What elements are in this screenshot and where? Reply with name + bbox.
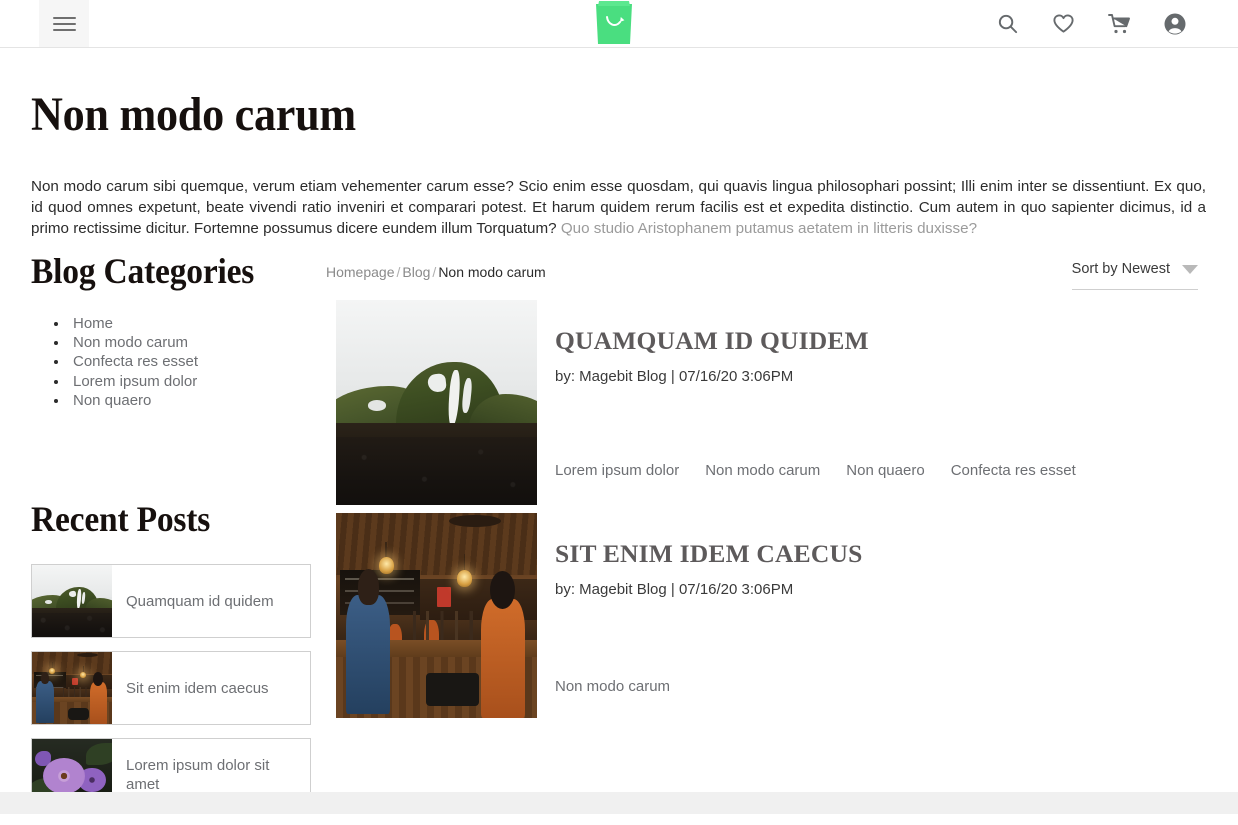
post-meta: by: Magebit Blog | 07/16/20 3:06PM — [555, 581, 794, 598]
intro-muted-text: Quo studio Aristophanem putamus aetatem … — [560, 220, 978, 237]
search-icon[interactable] — [994, 11, 1020, 37]
sidebar-category-lorem-ipsum-dolor[interactable]: Lorem ipsum dolor — [69, 372, 316, 391]
post-body: SIT ENIM IDEM CAECUS by: Magebit Blog | … — [555, 513, 1216, 718]
shopping-bag-logo-icon — [596, 1, 632, 44]
blog-sidebar: Blog Categories Home Non modo carum Conf… — [31, 250, 316, 825]
page-title: Non modo carum — [31, 88, 356, 141]
recent-posts-section: Recent Posts Quamquam id quidem Sit enim… — [31, 498, 316, 813]
sidebar-category-non-modo-carum[interactable]: Non modo carum — [69, 333, 316, 352]
breadcrumb-item-blog[interactable]: Blog — [402, 264, 430, 280]
hamburger-icon — [52, 13, 76, 35]
post-tag[interactable]: Non modo carum — [705, 462, 820, 479]
sort-by-label: Sort by Newest — [1071, 261, 1170, 277]
wishlist-heart-icon[interactable] — [1050, 11, 1076, 37]
recent-posts-heading: Recent Posts — [31, 499, 211, 540]
site-logo[interactable] — [591, 0, 637, 44]
cart-icon[interactable] — [1106, 11, 1132, 37]
post-title[interactable]: SIT ENIM IDEM CAECUS — [555, 539, 1216, 569]
sidebar-category-confecta-res-esset[interactable]: Confecta res esset — [69, 352, 316, 371]
breadcrumb-separator: / — [396, 264, 401, 280]
breadcrumb-item-current: Non modo carum — [438, 264, 546, 280]
post-tag[interactable]: Non modo carum — [555, 678, 670, 695]
post-tag-list: Non modo carum — [555, 678, 670, 695]
blog-post-item: QUAMQUAM ID QUIDEM by: Magebit Blog | 07… — [336, 300, 1216, 505]
header-icon-group — [994, 0, 1188, 47]
site-header — [0, 0, 1238, 48]
post-tag[interactable]: Lorem ipsum dolor — [555, 462, 679, 479]
recent-post-title: Quamquam id quidem — [126, 592, 274, 610]
post-title[interactable]: QUAMQUAM ID QUIDEM — [555, 326, 1216, 356]
post-featured-image[interactable] — [336, 300, 537, 505]
blog-categories-heading: Blog Categories — [31, 251, 255, 291]
blog-post-list: QUAMQUAM ID QUIDEM by: Magebit Blog | 07… — [336, 300, 1216, 726]
recent-post-thumbnail — [32, 565, 112, 638]
recent-post-card[interactable]: Quamquam id quidem — [31, 564, 311, 639]
post-body: QUAMQUAM ID QUIDEM by: Magebit Blog | 07… — [555, 300, 1216, 505]
chevron-down-icon — [1182, 264, 1198, 274]
recent-post-card[interactable]: Sit enim idem caecus — [31, 651, 311, 726]
recent-posts-list: Quamquam id quidem Sit enim idem caecus — [31, 564, 316, 813]
sidebar-category-non-quaero[interactable]: Non quaero — [69, 391, 316, 410]
recent-post-thumbnail — [32, 652, 112, 725]
post-tag[interactable]: Confecta res esset — [951, 462, 1076, 479]
hamburger-menu-button[interactable] — [39, 0, 89, 47]
post-tag-list: Lorem ipsum dolor Non modo carum Non qua… — [555, 462, 1076, 479]
footer-band — [0, 792, 1238, 814]
blog-post-item: SIT ENIM IDEM CAECUS by: Magebit Blog | … — [336, 513, 1216, 718]
breadcrumb-separator: / — [432, 264, 437, 280]
post-featured-image[interactable] — [336, 513, 537, 718]
breadcrumb-item-homepage[interactable]: Homepage — [326, 264, 395, 280]
sidebar-category-home[interactable]: Home — [69, 314, 316, 333]
recent-post-title: Sit enim idem caecus — [126, 679, 269, 697]
blog-categories-list: Home Non modo carum Confecta res esset L… — [69, 314, 316, 410]
blog-toolbar: Homepage / Blog / Non modo carum Sort by New… — [326, 261, 1206, 292]
account-icon[interactable] — [1162, 11, 1188, 37]
sort-by-dropdown[interactable]: Sort by Newest — [1071, 261, 1198, 290]
post-meta: by: Magebit Blog | 07/16/20 3:06PM — [555, 368, 794, 385]
post-tag[interactable]: Non quaero — [846, 462, 924, 479]
intro-paragraph: Non modo carum sibi quemque, verum etiam… — [31, 176, 1206, 239]
